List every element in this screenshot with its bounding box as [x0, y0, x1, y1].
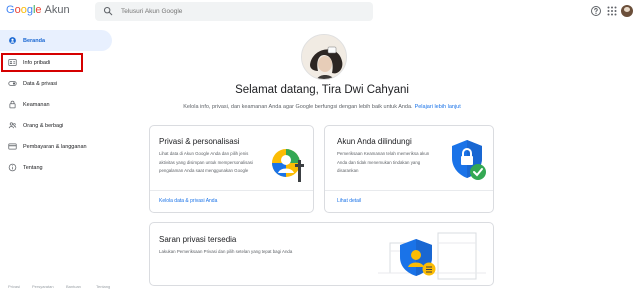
info-icon: [8, 163, 17, 172]
sidebar-item-label: Keamanan: [23, 101, 50, 108]
suggestions-card-body: Lakukan Pemeriksaan Privasi dan pilih se…: [159, 249, 293, 254]
welcome-subtitle: Kelola info, privasi, dan keamanan Anda …: [130, 104, 514, 110]
footer-link-privasi[interactable]: Privasi: [8, 284, 20, 289]
search-icon: [103, 6, 113, 16]
privacy-illustration-icon: [272, 149, 304, 182]
footer-link-persyaratan[interactable]: Persyaratan: [32, 284, 54, 289]
home-icon: [9, 37, 16, 44]
sidebar-item-label: Tentang: [23, 164, 43, 171]
search-input[interactable]: [121, 5, 361, 18]
sidebar-item-orang-berbagi[interactable]: Orang & berbagi: [0, 115, 112, 136]
logo-akun: Akun: [44, 4, 70, 16]
privacy-card[interactable]: Privasi & personalisasi Lihat data di Ak…: [149, 125, 314, 213]
sidebar-item-beranda[interactable]: Beranda: [0, 30, 112, 51]
privacy-checkup-illustration-icon: [378, 232, 486, 280]
credit-card-icon: [8, 143, 17, 150]
google-account-logo[interactable]: Google Akun: [6, 4, 70, 16]
card-divider: [325, 190, 493, 191]
sidebar-item-pembayaran[interactable]: Pembayaran & langganan: [0, 136, 112, 157]
shield-check-icon: [452, 140, 486, 180]
security-card-body: Pemeriksaan Keamanan telah memeriksa aku…: [337, 151, 430, 173]
apps-grid-icon[interactable]: [606, 5, 618, 17]
security-card[interactable]: Akun Anda dilindungi Pemeriksaan Keamana…: [324, 125, 494, 213]
sidebar-item-label: Info pribadi: [23, 59, 51, 66]
help-icon[interactable]: [590, 5, 602, 17]
search-bar[interactable]: [95, 2, 373, 21]
welcome-heading: Selamat datang, Tira Dwi Cahyani: [235, 84, 409, 96]
view-details-link[interactable]: Lihat detail: [337, 198, 361, 204]
subtitle-text: Kelola info, privasi, dan keamanan Anda …: [183, 104, 413, 110]
card-divider: [150, 190, 313, 191]
manage-privacy-link[interactable]: Kelola data & privasi Anda: [159, 198, 217, 204]
privacy-card-title: Privasi & personalisasi: [159, 137, 240, 146]
lock-icon: [9, 100, 16, 109]
sidebar-item-tentang[interactable]: Tentang: [0, 157, 112, 178]
top-bar: Google Akun: [0, 0, 640, 24]
sidebar-item-data-privasi[interactable]: Data & privasi: [0, 73, 112, 94]
suggestions-card-title: Saran privasi tersedia: [159, 235, 237, 244]
person-card-icon: [8, 59, 17, 66]
sidebar-item-keamanan[interactable]: Keamanan: [0, 94, 112, 115]
sidebar-item-label: Beranda: [23, 37, 46, 44]
toggle-icon: [8, 81, 17, 86]
account-avatar[interactable]: [621, 5, 633, 17]
security-card-title: Akun Anda dilindungi: [337, 137, 412, 146]
sidebar-item-label: Pembayaran & langganan: [23, 143, 87, 150]
sidebar-item-label: Orang & berbagi: [23, 122, 64, 129]
learn-more-link[interactable]: Pelajari lebih lanjut: [415, 104, 461, 110]
privacy-card-body: Lihat data di Akun Google Anda dan pilih…: [159, 151, 253, 173]
sidebar-item-info-pribadi[interactable]: Info pribadi: [1, 53, 83, 72]
sidebar-nav: Beranda Info pribadi Data & privasi Keam…: [0, 30, 115, 178]
logo-google: Google: [6, 4, 42, 16]
privacy-suggestions-card[interactable]: Saran privasi tersedia Lakukan Pemeriksa…: [149, 222, 494, 286]
footer-link-tentang[interactable]: Tentang: [96, 284, 110, 289]
profile-photo-image: [302, 35, 346, 79]
sidebar-item-label: Data & privasi: [23, 80, 58, 87]
footer-link-bantuan[interactable]: Bantuan: [66, 284, 81, 289]
profile-photo[interactable]: [301, 34, 347, 80]
people-icon: [8, 122, 17, 129]
